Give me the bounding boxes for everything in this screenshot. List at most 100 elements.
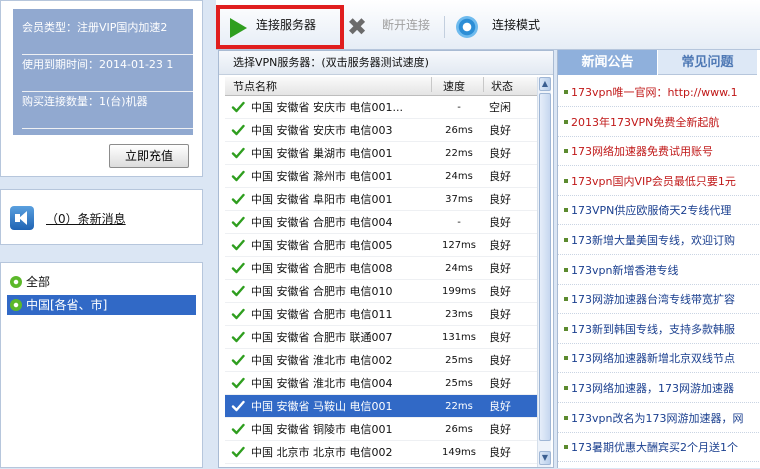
scroll-up-arrow[interactable]: ▲ xyxy=(539,77,551,91)
header-state[interactable]: 状态 xyxy=(491,77,513,96)
server-row[interactable]: 中国 安徽省 合肥市 电信011 23ms 良好 xyxy=(225,303,537,326)
server-row[interactable]: 中国 安徽省 合肥市 电信010 199ms 良好 xyxy=(225,280,537,303)
gear-icon xyxy=(456,16,478,38)
grid-header: 节点名称 速度 状态 xyxy=(225,77,537,96)
region-item-all[interactable]: 全部 xyxy=(7,272,50,292)
server-name: 中国 安徽省 安庆市 电信003 xyxy=(251,124,393,137)
header-speed[interactable]: 速度 xyxy=(443,77,465,96)
server-state: 良好 xyxy=(489,147,511,160)
region-item-china[interactable]: 中国[各省、市] xyxy=(7,295,196,315)
news-item[interactable]: 173vpn唯一官网：http://www.1 xyxy=(558,78,760,107)
scrollbar[interactable]: ▲ ▼ xyxy=(537,77,551,467)
server-name: 中国 安徽省 合肥市 联通007 xyxy=(251,331,393,344)
news-item[interactable]: 173网络加速器免费试用账号 xyxy=(558,137,760,167)
bullet-icon xyxy=(564,297,568,302)
bullet-icon xyxy=(564,415,568,420)
server-rows: 中国 安徽省 安庆市 电信001... - 空闲 中国 安徽省 安庆市 电信003 26… xyxy=(225,96,537,464)
server-name: 中国 安徽省 淮北市 电信002 xyxy=(251,354,393,367)
connection-mode-button[interactable]: 连接模式 xyxy=(492,0,540,50)
disconnect-button[interactable]: 断开连接 xyxy=(382,0,430,50)
server-row[interactable]: 中国 安徽省 安庆市 电信001... - 空闲 xyxy=(225,96,537,119)
server-speed: 37ms xyxy=(445,194,473,205)
server-row[interactable]: 中国 安徽省 安庆市 电信003 26ms 良好 xyxy=(225,119,537,142)
server-row[interactable]: 中国 北京市 北京市 电信002 149ms 良好 xyxy=(225,441,537,464)
news-item[interactable]: 173vpn国内VIP会员最低只要1元 xyxy=(558,167,760,196)
tab-news[interactable]: 新闻公告 xyxy=(558,50,657,75)
server-speed: 24ms xyxy=(445,171,473,182)
news-item[interactable]: 173网游加速器台湾专线带宽扩容 xyxy=(558,285,760,315)
server-state: 良好 xyxy=(489,423,511,436)
member-type: 会员类型：注册VIP国内加速2 xyxy=(22,18,193,55)
server-speed: 25ms xyxy=(445,378,473,389)
column-divider xyxy=(483,77,484,92)
server-state: 良好 xyxy=(489,170,511,183)
recharge-button[interactable]: 立即充值 xyxy=(109,144,189,168)
server-state: 良好 xyxy=(489,262,511,275)
news-item[interactable]: 173网络加速器，173网游加速器 xyxy=(558,374,760,403)
server-state: 良好 xyxy=(489,216,511,229)
header-name[interactable]: 节点名称 xyxy=(233,77,277,96)
server-row[interactable]: 中国 安徽省 合肥市 电信008 24ms 良好 xyxy=(225,257,537,280)
news-title: 173新增大量美国专线，欢迎订购 xyxy=(571,234,735,247)
news-item[interactable]: 173新到韩国专线，支持多款韩服 xyxy=(558,315,760,344)
scroll-down-arrow[interactable]: ▼ xyxy=(539,451,551,465)
server-name: 中国 北京市 北京市 电信002 xyxy=(251,446,393,459)
server-row[interactable]: 中国 安徽省 巢湖市 电信001 22ms 良好 xyxy=(225,142,537,165)
server-speed: 149ms xyxy=(441,447,477,458)
news-item[interactable]: 173暑期优惠大酬宾买2个月送1个 xyxy=(558,433,760,463)
check-icon xyxy=(231,147,245,159)
news-title: 173vpn改名为173网游加速器，网 xyxy=(571,411,744,425)
check-icon xyxy=(231,216,245,228)
server-state: 良好 xyxy=(489,285,511,298)
server-row[interactable]: 中国 安徽省 合肥市 联通007 131ms 良好 xyxy=(225,326,537,349)
server-speed: 24ms xyxy=(445,263,473,274)
server-row[interactable]: 中国 安徽省 合肥市 电信005 127ms 良好 xyxy=(225,234,537,257)
scroll-thumb[interactable] xyxy=(539,93,551,441)
server-state: 良好 xyxy=(489,400,511,413)
server-name: 中国 安徽省 合肥市 电信004 xyxy=(251,216,393,229)
server-name: 中国 安徽省 巢湖市 电信001 xyxy=(251,147,393,160)
new-messages-link[interactable]: （0）条新消息 xyxy=(46,210,126,227)
news-panel: 新闻公告 常见问题 173vpn唯一官网：http://www.1 2013年17… xyxy=(557,50,760,468)
server-speed: 127ms xyxy=(441,240,477,251)
bullet-icon xyxy=(564,119,568,124)
server-row[interactable]: 中国 安徽省 阜阳市 电信001 37ms 良好 xyxy=(225,188,537,211)
check-icon xyxy=(231,262,245,274)
region-tree: 全部 中国[各省、市] xyxy=(0,262,203,468)
connect-button[interactable]: 连接服务器 xyxy=(256,0,316,50)
region-label: 中国[各省、市] xyxy=(26,298,108,312)
server-state: 良好 xyxy=(489,124,511,137)
server-list-caption: 选择VPN服务器：(双击服务器测试速度) xyxy=(219,51,553,75)
server-state: 良好 xyxy=(489,239,511,252)
news-title: 173vpn国内VIP会员最低只要1元 xyxy=(571,174,736,188)
server-row[interactable]: 中国 安徽省 淮北市 电信004 25ms 良好 xyxy=(225,372,537,395)
region-icon xyxy=(10,276,22,288)
play-icon xyxy=(230,18,247,38)
check-icon xyxy=(231,354,245,366)
bullet-icon xyxy=(564,90,568,94)
region-icon xyxy=(10,299,22,311)
news-item[interactable]: 173VPN供应欧服倚天2专线代理 xyxy=(558,196,760,226)
server-row[interactable]: 中国 安徽省 马鞍山 电信001 22ms 良好 xyxy=(225,395,537,418)
speaker-icon xyxy=(10,206,34,230)
news-item[interactable]: 173新增大量美国专线，欢迎订购 xyxy=(558,226,760,255)
check-icon xyxy=(231,239,245,251)
news-title: 173vpn新增香港专线 xyxy=(571,263,679,277)
server-row[interactable]: 中国 安徽省 合肥市 电信004 - 良好 xyxy=(225,211,537,234)
toolbar-divider xyxy=(444,16,445,38)
news-item[interactable]: 173网络加速器新增北京双线节点 xyxy=(558,344,760,374)
check-icon xyxy=(231,400,245,412)
server-row[interactable]: 中国 安徽省 铜陵市 电信001 26ms 良好 xyxy=(225,418,537,441)
region-label: 全部 xyxy=(26,275,51,289)
server-row[interactable]: 中国 安徽省 淮北市 电信002 25ms 良好 xyxy=(225,349,537,372)
tab-faq[interactable]: 常见问题 xyxy=(658,50,757,75)
news-item[interactable]: 173vpn新增香港专线 xyxy=(558,256,760,285)
disconnect-icon: ✖ xyxy=(346,13,368,41)
bullet-icon xyxy=(564,326,568,331)
news-item[interactable]: 2013年173VPN免费全新起航 xyxy=(558,108,760,137)
server-row[interactable]: 中国 安徽省 滁州市 电信001 24ms 良好 xyxy=(225,165,537,188)
check-icon xyxy=(231,377,245,389)
news-item[interactable]: 173vpn改名为173网游加速器，网 xyxy=(558,404,760,433)
bullet-icon xyxy=(564,149,568,154)
server-state: 良好 xyxy=(489,193,511,206)
